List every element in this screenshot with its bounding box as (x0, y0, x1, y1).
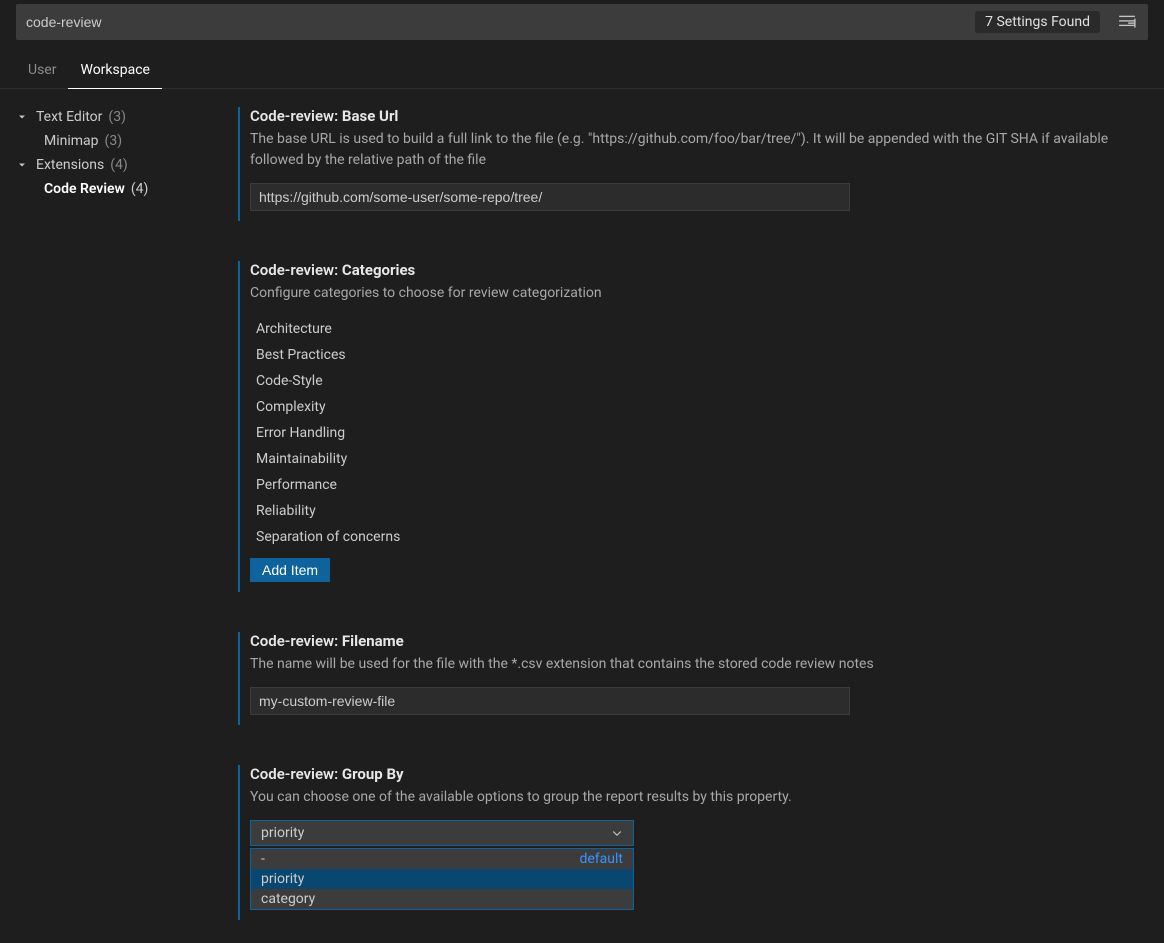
list-item[interactable]: Code-Style (250, 368, 1138, 394)
setting-description: The name will be used for the file with … (250, 654, 1138, 675)
list-item[interactable]: Separation of concerns (250, 524, 1138, 550)
toc-minimap[interactable]: Minimap (3) (16, 129, 212, 153)
toc-count: (3) (108, 109, 126, 125)
toc-count: (4) (110, 157, 128, 173)
settings-search-bar: 7 Settings Found (16, 4, 1148, 40)
toc-label: Extensions (36, 157, 104, 173)
setting-group-by: Code-review: Group By You can choose one… (238, 765, 1138, 920)
settings-toc: Text Editor (3) Minimap (3) Extensions (… (0, 89, 220, 940)
list-item[interactable]: Reliability (250, 498, 1138, 524)
setting-categories: Code-review: Categories Configure catego… (238, 261, 1138, 592)
setting-filename: Code-review: Filename The name will be u… (238, 632, 1138, 725)
search-results-count: 7 Settings Found (975, 11, 1100, 33)
setting-base-url: Code-review: Base Url The base URL is us… (238, 107, 1138, 221)
group-by-select[interactable]: priority (250, 820, 634, 846)
dropdown-option[interactable]: category (251, 889, 633, 909)
tab-user[interactable]: User (16, 56, 68, 89)
chevron-down-icon (16, 159, 32, 171)
filename-input[interactable] (250, 687, 850, 715)
toc-label: Text Editor (36, 109, 102, 125)
list-item[interactable]: Error Handling (250, 420, 1138, 446)
setting-title: Code-review: Categories (250, 261, 1138, 279)
add-item-button[interactable]: Add Item (250, 558, 330, 582)
toc-extensions[interactable]: Extensions (4) (16, 153, 212, 177)
toc-code-review[interactable]: Code Review (4) (16, 177, 212, 201)
toc-label: Minimap (44, 133, 99, 149)
setting-description: The base URL is used to build a full lin… (250, 129, 1138, 171)
toc-label: Code Review (44, 181, 125, 197)
tab-workspace[interactable]: Workspace (68, 56, 162, 89)
dropdown-option[interactable]: priority (251, 869, 633, 889)
list-item[interactable]: Performance (250, 472, 1138, 498)
toc-text-editor[interactable]: Text Editor (3) (16, 105, 212, 129)
settings-content: Code-review: Base Url The base URL is us… (220, 89, 1164, 940)
filter-icon[interactable] (1106, 13, 1148, 31)
setting-description: You can choose one of the available opti… (250, 787, 1138, 808)
toc-count: (3) (105, 133, 123, 149)
settings-tabs: User Workspace (0, 48, 1164, 89)
group-by-dropdown: - default priority category (250, 848, 634, 910)
search-input[interactable] (16, 14, 975, 30)
list-item[interactable]: Architecture (250, 316, 1138, 342)
list-item[interactable]: Complexity (250, 394, 1138, 420)
list-item[interactable]: Best Practices (250, 342, 1138, 368)
toc-count: (4) (131, 181, 149, 197)
setting-description: Configure categories to choose for revie… (250, 283, 1138, 304)
setting-title: Code-review: Base Url (250, 107, 1138, 125)
chevron-down-icon (611, 827, 623, 839)
default-badge: default (579, 851, 623, 867)
base-url-input[interactable] (250, 183, 850, 211)
select-value: priority (261, 825, 304, 841)
list-item[interactable]: Maintainability (250, 446, 1138, 472)
setting-title: Code-review: Group By (250, 765, 1138, 783)
setting-title: Code-review: Filename (250, 632, 1138, 650)
categories-list: Architecture Best Practices Code-Style C… (250, 316, 1138, 550)
chevron-down-icon (16, 111, 32, 123)
dropdown-option[interactable]: - default (251, 849, 633, 869)
